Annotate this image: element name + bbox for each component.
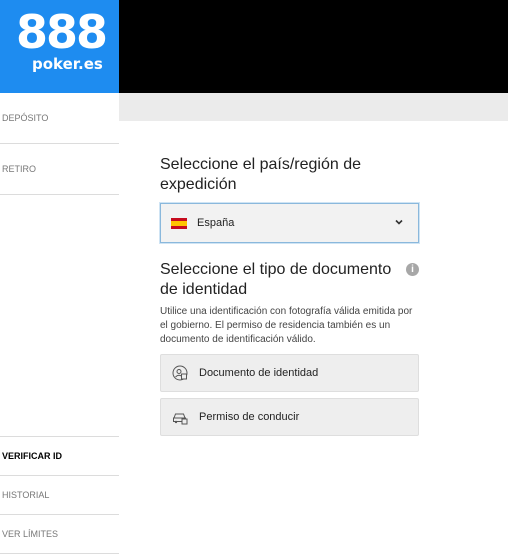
sidebar-item-label: DEPÓSITO [2, 113, 49, 123]
top-bar [119, 0, 508, 93]
spain-flag-icon [171, 217, 187, 229]
option-label: Permiso de conducir [199, 411, 300, 423]
info-icon[interactable]: i [406, 263, 419, 276]
option-label: Documento de identidad [199, 367, 319, 379]
car-icon [171, 408, 189, 426]
sidebar-item-label: RETIRO [2, 164, 37, 174]
main-content: Seleccione el país/región de expedición … [119, 121, 508, 554]
sidebar-item-label: VERIFICAR ID [2, 451, 63, 461]
chevron-down-icon [394, 216, 404, 230]
sidebar-item-deposito[interactable]: DEPÓSITO [0, 93, 119, 144]
sidebar: DEPÓSITO RETIRO VERIFICAR ID HISTORIAL V… [0, 93, 120, 554]
brand-logo[interactable]: 888 poker.es [0, 0, 119, 93]
sidebar-item-label: HISTORIAL [2, 490, 50, 500]
sidebar-item-retiro[interactable]: RETIRO [0, 144, 119, 195]
sidebar-item-verificar-id[interactable]: VERIFICAR ID [0, 436, 119, 476]
option-permiso-conducir[interactable]: Permiso de conducir [160, 398, 419, 436]
logo-subtext: poker.es [32, 55, 103, 73]
content-header-band [119, 93, 508, 121]
country-selected-value: España [197, 217, 235, 229]
country-select[interactable]: España [160, 203, 419, 243]
id-card-icon [171, 364, 189, 382]
logo-number: 888 [16, 5, 108, 59]
sidebar-item-historial[interactable]: HISTORIAL [0, 476, 119, 515]
document-type-heading: Seleccione el tipo de documento de ident… [160, 261, 392, 298]
sidebar-item-label: VER LÍMITES [2, 529, 59, 539]
country-heading: Seleccione el país/región de expedición [160, 156, 362, 193]
option-documento-identidad[interactable]: Documento de identidad [160, 354, 419, 392]
document-description: Utilice una identificación con fotografí… [160, 306, 413, 345]
sidebar-item-ver-limites[interactable]: VER LÍMITES [0, 515, 119, 554]
